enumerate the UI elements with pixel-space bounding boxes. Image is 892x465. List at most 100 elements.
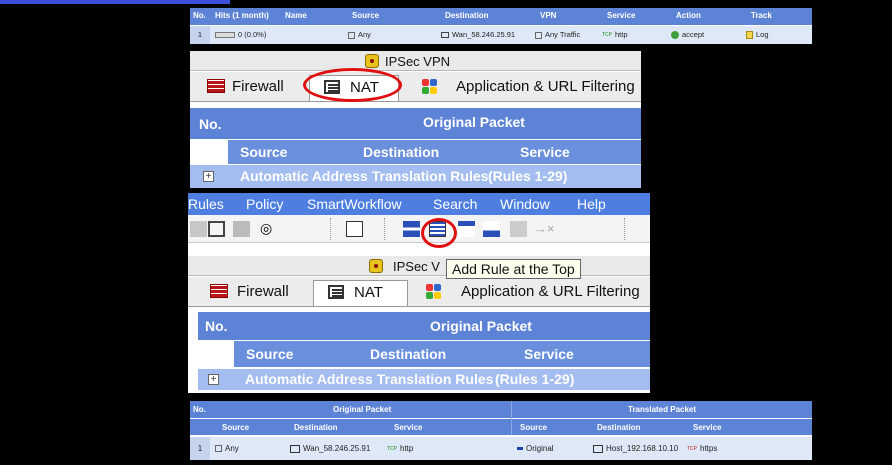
- original-packet-header[interactable]: Original Packet: [333, 405, 391, 414]
- window-title: IPSec V: [393, 259, 440, 274]
- window-title-bar: IPSec VPN: [190, 51, 641, 71]
- binoculars-icon[interactable]: ◎: [260, 221, 277, 237]
- section-title: Automatic Address Translation Rules: [240, 168, 489, 184]
- source-cell[interactable]: Any: [348, 30, 371, 39]
- add-rule-bottom-icon[interactable]: [403, 221, 420, 237]
- menu-policy[interactable]: Policy: [246, 196, 283, 212]
- policy-tabs: Firewall NAT Application & URL Filtering: [188, 277, 650, 307]
- col-orig-service[interactable]: Service: [394, 423, 422, 432]
- top-accent-strip: [0, 0, 230, 4]
- col-service[interactable]: Service: [520, 144, 570, 160]
- translated-packet-header[interactable]: Translated Packet: [628, 405, 696, 414]
- auto-nat-section[interactable]: + Automatic Address Translation Rules (R…: [190, 165, 641, 188]
- col-source[interactable]: Source: [240, 144, 287, 160]
- disabled-rule-icon: [510, 221, 527, 237]
- disabled-object-icon: [233, 221, 250, 237]
- menu-search[interactable]: Search: [433, 196, 477, 212]
- menu-smartworkflow[interactable]: SmartWorkflow: [307, 196, 402, 212]
- nat-table-group-header: No. Original Packet Translated Packet: [190, 401, 812, 418]
- trans-service-cell[interactable]: TCP https: [687, 444, 717, 453]
- nat-policy-panel-a: IPSec VPN Firewall NAT Application & URL…: [190, 51, 641, 188]
- tab-firewall[interactable]: Firewall: [205, 75, 305, 101]
- trans-destination-cell[interactable]: Host_192.168.10.10: [593, 444, 678, 453]
- lock-icon: [365, 54, 379, 68]
- orig-destination-cell[interactable]: Wan_58.246.25.91: [290, 444, 370, 453]
- tab-label: Application & URL Filtering: [461, 283, 640, 300]
- trans-source-cell[interactable]: Original: [517, 444, 554, 453]
- action-cell[interactable]: accept: [671, 30, 704, 40]
- col-service[interactable]: Service: [607, 11, 635, 20]
- col-no[interactable]: No.: [199, 116, 222, 132]
- menu-help[interactable]: Help: [577, 196, 606, 212]
- tab-nat[interactable]: NAT: [313, 280, 408, 306]
- nat-grid-header: No. Original Packet: [190, 108, 641, 139]
- tab-application-url-filtering[interactable]: Application & URL Filtering: [424, 280, 646, 306]
- list-view-icon[interactable]: [346, 221, 363, 237]
- application-icon: [422, 79, 440, 94]
- original-object-icon: [517, 447, 523, 451]
- expand-icon[interactable]: +: [203, 171, 214, 182]
- col-service[interactable]: Service: [524, 346, 574, 362]
- menu-bar: Rules Policy SmartWorkflow Search Window…: [188, 193, 650, 215]
- col-track[interactable]: Track: [751, 11, 772, 20]
- col-name[interactable]: Name: [285, 11, 307, 20]
- col-no[interactable]: No.: [193, 11, 206, 20]
- col-trans-source[interactable]: Source: [520, 423, 547, 432]
- section-count: (Rules 1-29): [495, 371, 575, 387]
- host-icon: [593, 444, 603, 453]
- original-packet-header[interactable]: Original Packet: [423, 114, 525, 130]
- tab-firewall[interactable]: Firewall: [208, 280, 308, 306]
- col-no[interactable]: No.: [205, 318, 228, 334]
- tab-application-url-filtering[interactable]: Application & URL Filtering: [420, 75, 640, 101]
- col-action[interactable]: Action: [676, 11, 701, 20]
- nat-tab-highlight: [303, 68, 402, 102]
- toolbar-icon[interactable]: [190, 221, 207, 237]
- hits-meter-icon: [215, 32, 235, 39]
- add-rule-above-icon[interactable]: [483, 221, 500, 237]
- orig-source-cell[interactable]: Any: [215, 444, 239, 453]
- service-cell[interactable]: TCP http: [602, 30, 628, 39]
- col-vpn[interactable]: VPN: [540, 11, 556, 20]
- vpn-cell[interactable]: Any Traffic: [535, 30, 580, 39]
- col-no[interactable]: No.: [193, 405, 206, 414]
- add-rule-tooltip: Add Rule at the Top: [446, 259, 581, 279]
- col-destination[interactable]: Destination: [370, 346, 446, 362]
- col-source[interactable]: Source: [352, 11, 379, 20]
- auto-nat-section[interactable]: + Automatic Address Translation Rules (R…: [198, 369, 650, 390]
- any-object-icon: [215, 445, 222, 453]
- nat-policy-panel-b: Rules Policy SmartWorkflow Search Window…: [188, 193, 650, 393]
- col-destination[interactable]: Destination: [363, 144, 439, 160]
- menu-window[interactable]: Window: [500, 196, 550, 212]
- col-hits[interactable]: Hits (1 month): [215, 11, 269, 20]
- destination-cell[interactable]: Wan_58.246.25.91: [441, 30, 515, 39]
- log-icon: [746, 31, 753, 40]
- firewall-icon: [210, 284, 228, 298]
- delete-rule-icon: →×: [534, 221, 555, 236]
- tcp-service-icon: TCP: [387, 445, 397, 452]
- nat-subheader: Source Destination Service: [228, 140, 641, 164]
- expand-icon[interactable]: +: [208, 374, 219, 385]
- toolbar-separator: [330, 218, 332, 240]
- col-orig-destination[interactable]: Destination: [294, 423, 338, 432]
- tcp-service-icon: TCP: [602, 32, 612, 39]
- tcp-service-icon: TCP: [687, 445, 697, 452]
- track-cell[interactable]: Log: [746, 30, 769, 40]
- col-orig-source[interactable]: Source: [222, 423, 249, 432]
- firewall-icon: [207, 79, 225, 93]
- original-packet-header[interactable]: Original Packet: [430, 318, 532, 334]
- tab-label: Firewall: [232, 78, 284, 95]
- nat-icon: [328, 285, 344, 299]
- any-object-icon: [535, 31, 542, 39]
- col-source[interactable]: Source: [246, 346, 293, 362]
- network-object-icon[interactable]: [208, 221, 225, 237]
- col-trans-service[interactable]: Service: [693, 423, 721, 432]
- orig-service-cell[interactable]: TCP http: [387, 444, 413, 453]
- nat-rule-panel: No. Original Packet Translated Packet So…: [190, 401, 812, 460]
- col-trans-destination[interactable]: Destination: [597, 423, 641, 432]
- add-rule-below-icon[interactable]: [458, 221, 475, 237]
- table-row[interactable]: 1 Any Wan_58.246.25.91 TCP http Original …: [190, 437, 812, 460]
- menu-rules[interactable]: Rules: [188, 196, 224, 212]
- policy-tabs: Firewall NAT Application & URL Filtering: [190, 72, 641, 102]
- col-destination[interactable]: Destination: [445, 11, 489, 20]
- table-row[interactable]: 1 0 (0.0%) Any Wan_58.246.25.91 Any Traf…: [190, 26, 812, 44]
